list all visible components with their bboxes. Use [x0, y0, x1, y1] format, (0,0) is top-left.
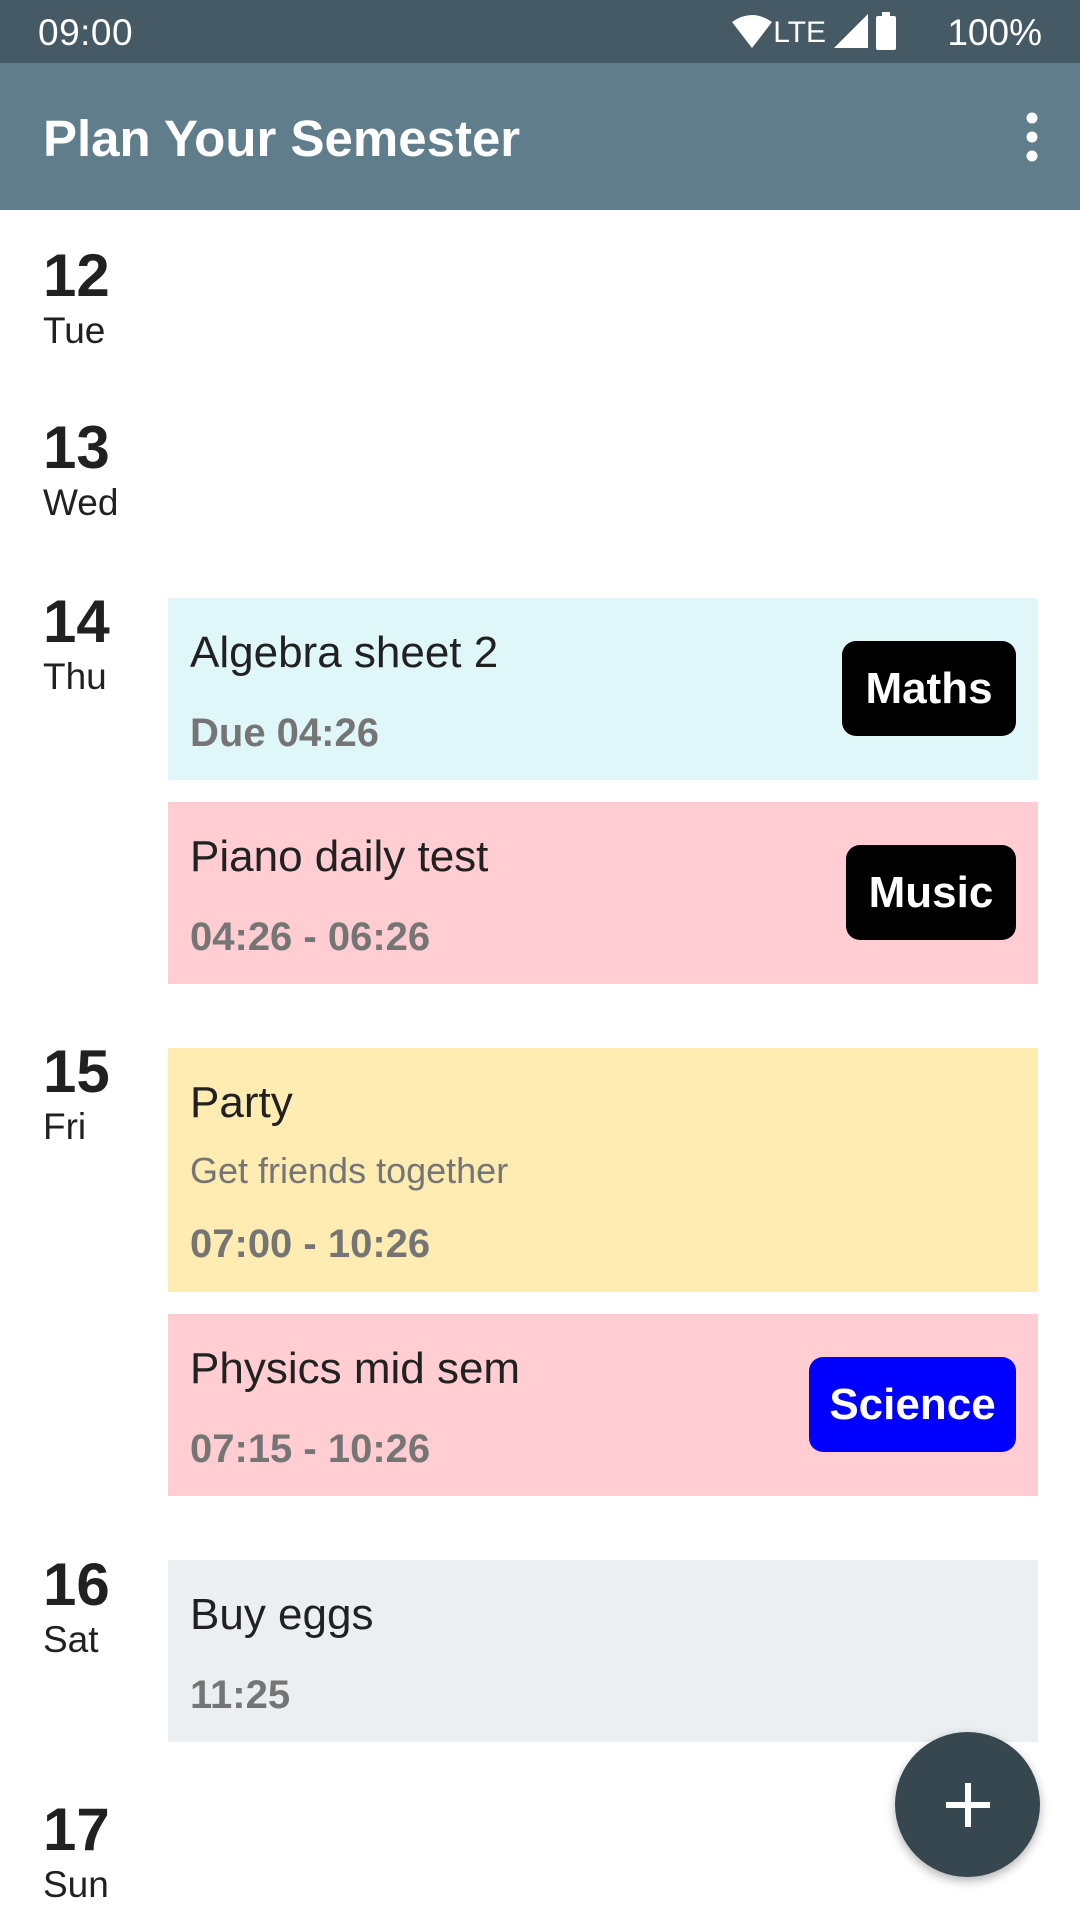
day-number: 14 [43, 588, 110, 655]
event-description: Get friends together [190, 1150, 509, 1191]
signal-icon [834, 14, 868, 53]
event-time: 04:26 - 06:26 [190, 915, 431, 959]
add-event-button[interactable] [895, 1732, 1040, 1877]
event-card[interactable]: Piano daily test 04:26 - 06:26 Music [168, 802, 1038, 984]
event-card[interactable]: Party Get friends together 07:00 - 10:26 [168, 1048, 1038, 1292]
day-label: 15 Fri [43, 1042, 110, 1148]
day-number: 16 [43, 1551, 110, 1618]
status-time: 09:00 [38, 12, 134, 53]
event-title: Piano daily test [190, 832, 489, 881]
status-bar: 09:00 LTE 100% [0, 0, 1080, 63]
page-title: Plan Your Semester [43, 110, 521, 167]
wifi-icon [732, 14, 772, 53]
day-number: 15 [43, 1038, 110, 1105]
event-time: Due 04:26 [190, 711, 379, 755]
day-name: Wed [43, 482, 119, 523]
day-number: 17 [43, 1796, 110, 1863]
category-tag[interactable]: Maths [842, 641, 1016, 736]
day-label: 12 Tue [43, 246, 110, 352]
app-bar: Plan Your Semester [0, 63, 1080, 210]
battery-percent: 100% [947, 12, 1042, 53]
battery-icon [876, 12, 896, 55]
category-tag[interactable]: Science [809, 1357, 1016, 1452]
event-time: 11:25 [190, 1673, 291, 1717]
day-label: 13 Wed [43, 418, 118, 524]
event-title: Algebra sheet 2 [190, 628, 499, 677]
day-number: 12 [43, 242, 110, 309]
event-title: Party [190, 1078, 293, 1127]
day-number: 13 [43, 414, 110, 481]
more-vert-icon[interactable] [1012, 111, 1052, 163]
day-name: Fri [43, 1106, 87, 1147]
event-time: 07:00 - 10:26 [190, 1222, 431, 1266]
category-tag[interactable]: Music [846, 845, 1016, 940]
day-name: Tue [43, 310, 106, 351]
event-card[interactable]: Physics mid sem 07:15 - 10:26 Science [168, 1314, 1038, 1496]
event-title: Physics mid sem [190, 1344, 521, 1393]
day-name: Sun [43, 1864, 109, 1905]
day-label: 16 Sat [43, 1555, 110, 1661]
day-name: Sat [43, 1619, 99, 1660]
day-label: 14 Thu [43, 592, 110, 698]
event-card[interactable]: Buy eggs 11:25 [168, 1560, 1038, 1742]
event-title: Buy eggs [190, 1590, 374, 1639]
event-time: 07:15 - 10:26 [190, 1427, 431, 1471]
day-label: 17 Sun [43, 1800, 110, 1906]
network-type: LTE [773, 16, 826, 49]
event-card[interactable]: Algebra sheet 2 Due 04:26 Maths [168, 598, 1038, 780]
day-name: Thu [43, 656, 107, 697]
